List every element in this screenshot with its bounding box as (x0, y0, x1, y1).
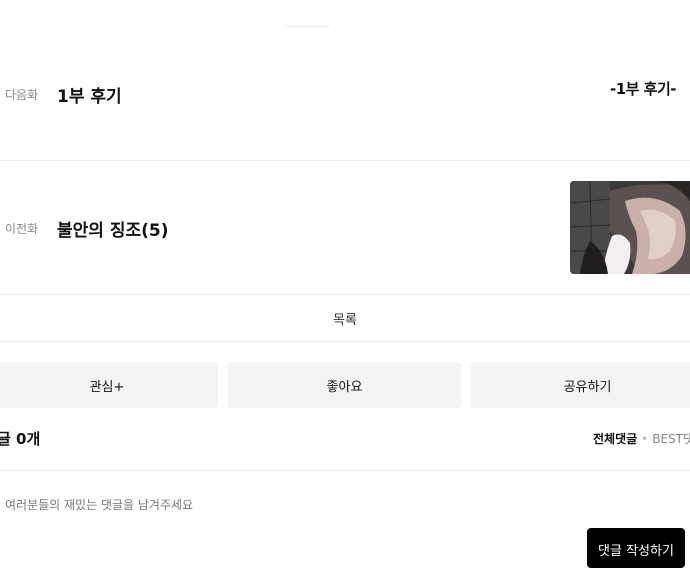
comment-sort-tabs: 전체댓글 • BEST댓 (593, 430, 690, 447)
comments-header: 글 0개 전체댓글 • BEST댓 (0, 420, 690, 471)
list-button[interactable]: 목록 (0, 295, 690, 342)
next-episode-title: 1부 후기 (57, 87, 122, 107)
prev-episode-thumbnail (570, 181, 690, 274)
next-episode-row[interactable]: 다음화 1부 후기 -1부 후기- (0, 27, 690, 161)
sort-best-comments-tab[interactable]: BEST댓 (652, 432, 690, 446)
write-comment-label: 댓글 작성하기 (598, 543, 674, 559)
like-button[interactable]: 좋아요 (228, 362, 461, 408)
next-episode-thumbnail: -1부 후기- (609, 79, 677, 98)
top-divider-tab (283, 0, 331, 27)
comment-input[interactable] (5, 495, 565, 515)
next-episode-label: 다음화 (5, 88, 39, 102)
write-comment-button[interactable]: 댓글 작성하기 (587, 528, 685, 568)
prev-episode-row[interactable]: 이전화 불안의 징조(5) (0, 161, 690, 295)
action-buttons: 관심+ 좋아요 공유하기 (0, 362, 690, 408)
comment-count: 글 0개 (0, 430, 41, 448)
share-button[interactable]: 공유하기 (471, 362, 690, 408)
prev-episode-label: 이전화 (5, 222, 39, 236)
interest-button[interactable]: 관심+ (0, 362, 218, 408)
prev-episode-title: 불안의 징조(5) (57, 221, 169, 241)
sort-all-comments-tab[interactable]: 전체댓글 (593, 432, 637, 446)
sort-separator: • (641, 432, 649, 446)
